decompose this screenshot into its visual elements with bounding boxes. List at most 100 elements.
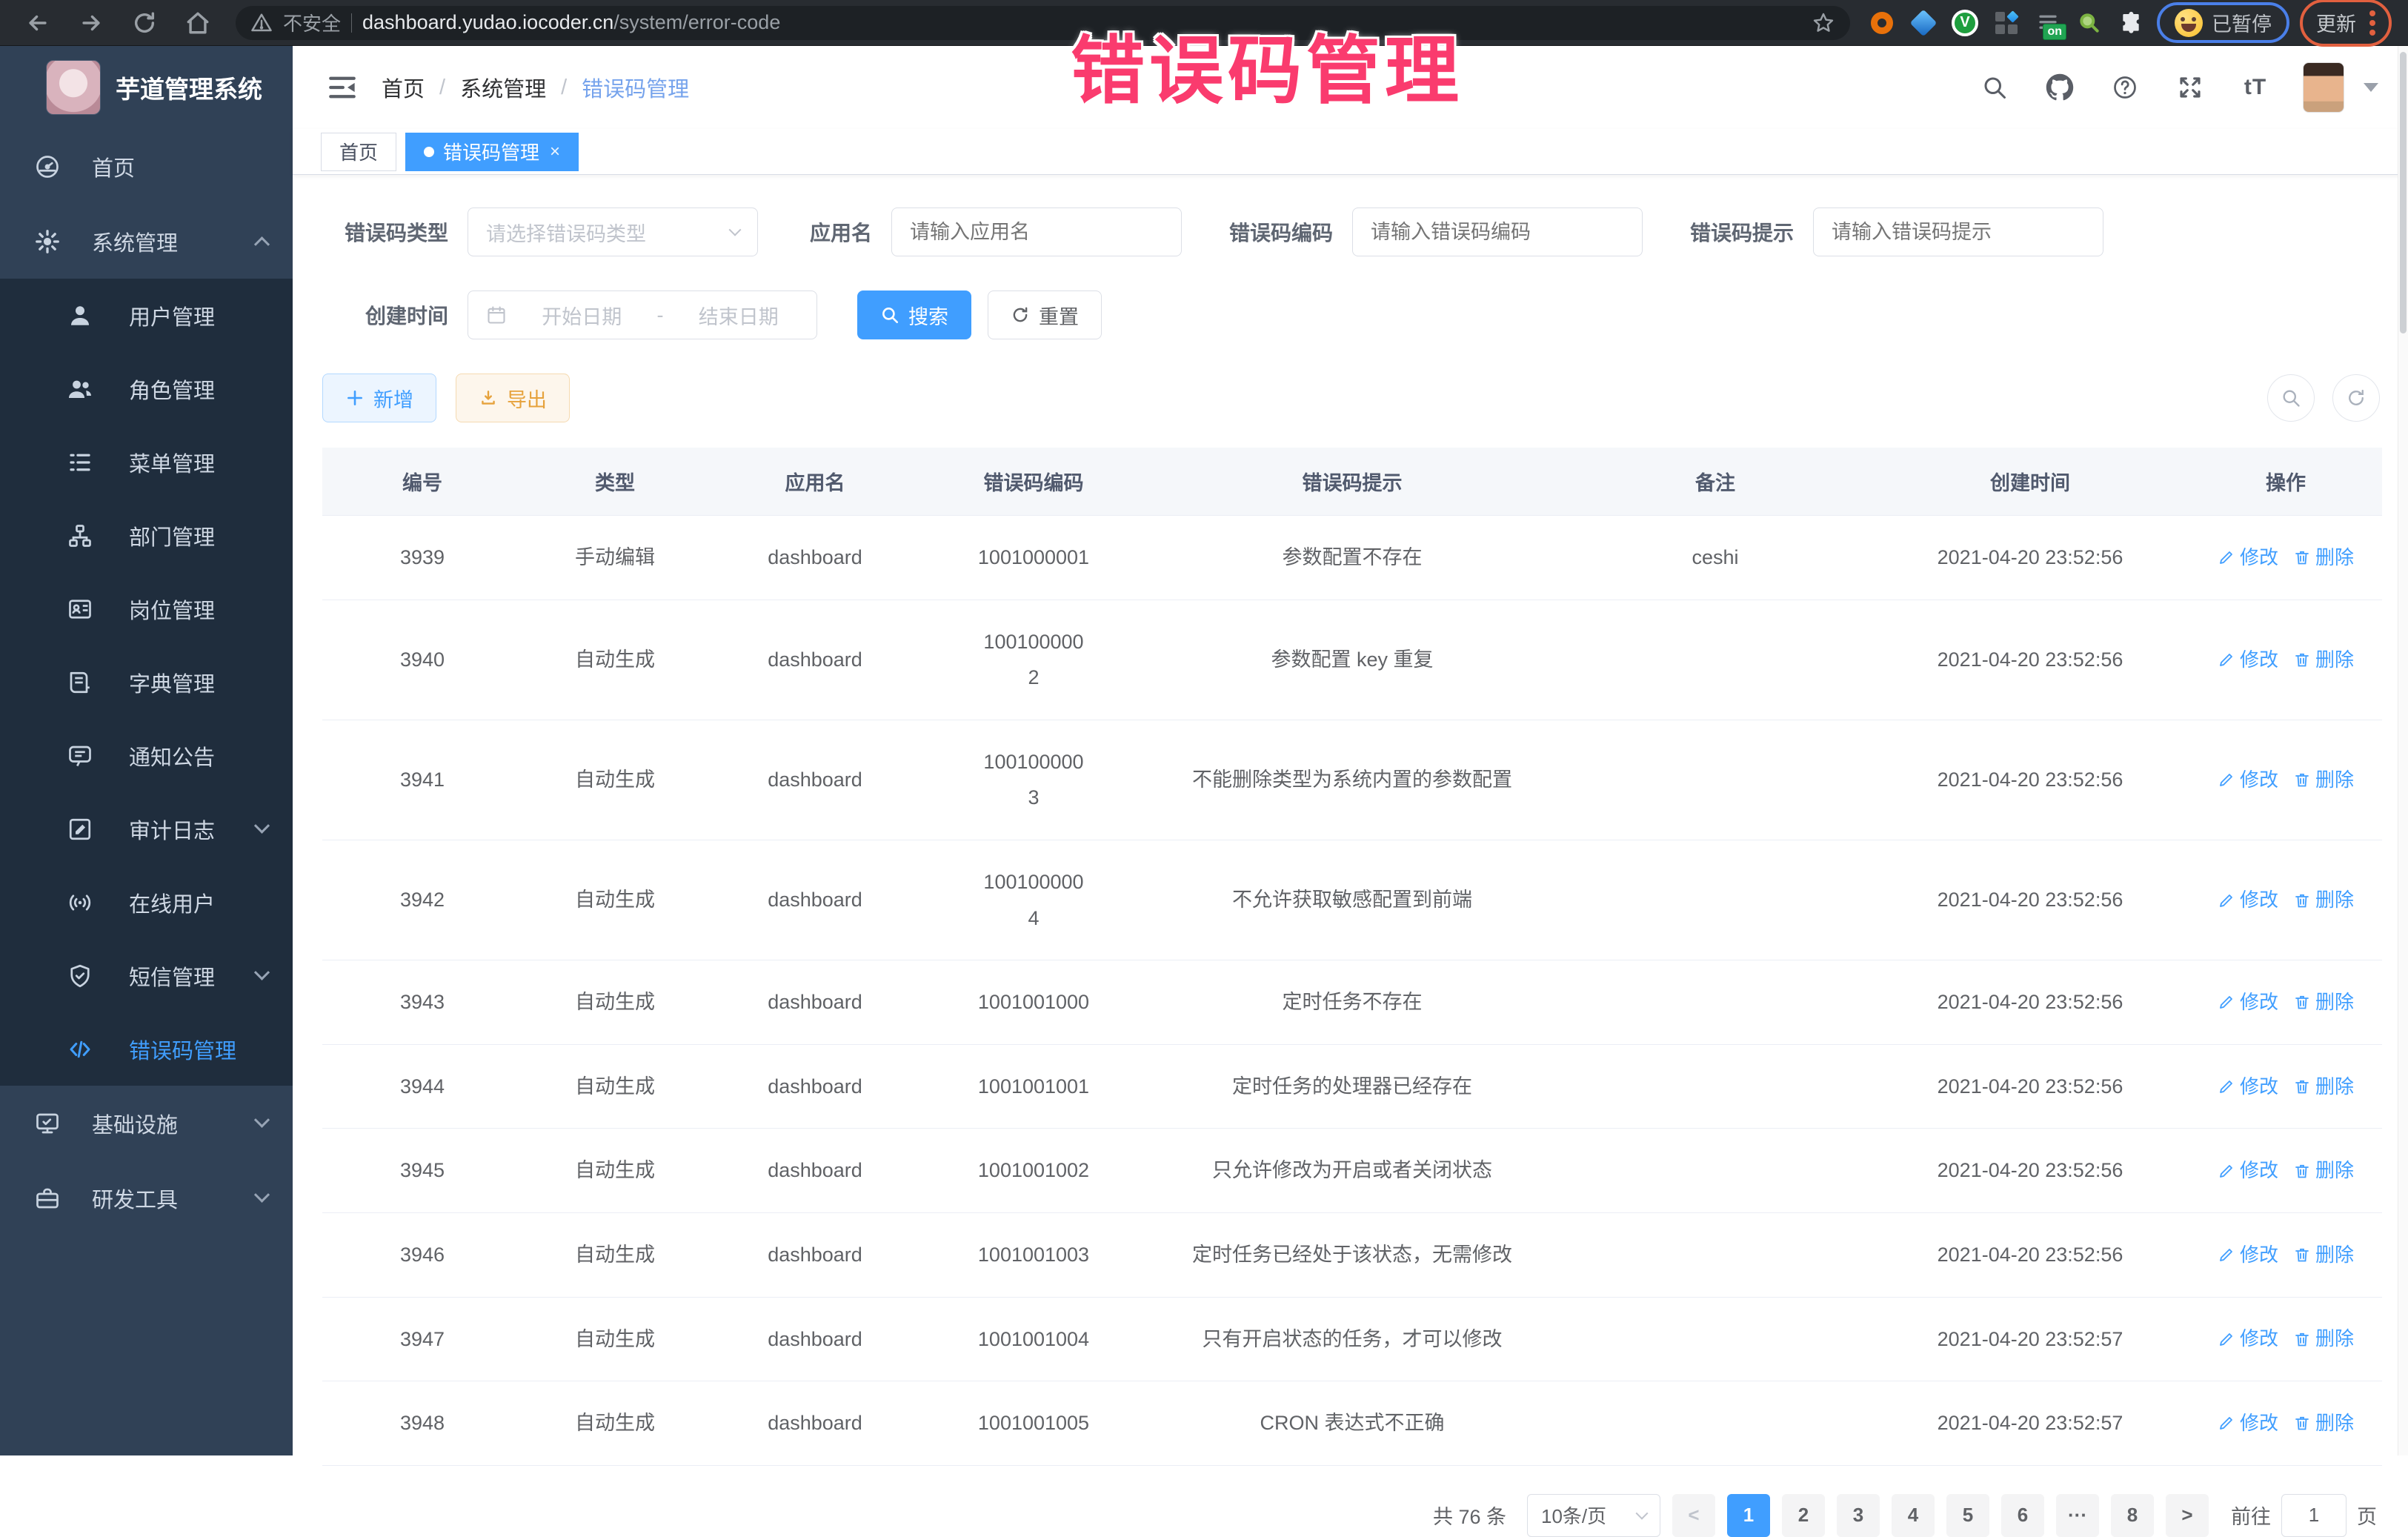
sidebar-item-infrastructure[interactable]: 基础设施 <box>0 1086 293 1161</box>
extension-vue-icon[interactable]: V <box>1949 7 1980 39</box>
user-avatar[interactable] <box>2303 62 2344 113</box>
address-bar[interactable]: 不安全 dashboard.yudao.iocoder.cn/system/er… <box>236 6 1850 40</box>
delete-link[interactable]: 删除 <box>2293 1238 2354 1272</box>
page-button-4[interactable]: 4 <box>1892 1494 1935 1537</box>
extension-magnifier-icon[interactable] <box>2074 7 2105 39</box>
sidebar-item-error-code[interactable]: 错误码管理 <box>0 1012 293 1086</box>
update-button[interactable]: 更新 <box>2316 8 2356 37</box>
edit-link[interactable]: 修改 <box>2218 1153 2278 1188</box>
error-code-input[interactable] <box>1371 221 1624 244</box>
font-size-icon[interactable]: tT <box>2238 70 2273 105</box>
search-icon[interactable] <box>1977 70 2012 105</box>
help-icon[interactable] <box>2107 70 2143 105</box>
sidebar-item-posts[interactable]: 岗位管理 <box>0 572 293 645</box>
sidebar-item-dict[interactable]: 字典管理 <box>0 645 293 719</box>
edit-link[interactable]: 修改 <box>2218 1406 2278 1441</box>
filter-error-code: 错误码编码 <box>1222 208 1643 256</box>
sidebar-item-audit-log[interactable]: 审计日志 <box>0 792 293 866</box>
show-search-toggle-button[interactable] <box>2267 374 2315 422</box>
sidebar-collapse-icon[interactable] <box>316 62 368 113</box>
sidebar-item-users[interactable]: 用户管理 <box>0 279 293 352</box>
delete-link[interactable]: 删除 <box>2293 1069 2354 1104</box>
page-button-5[interactable]: 5 <box>1946 1494 1989 1537</box>
breadcrumb-system[interactable]: 系统管理 <box>460 72 546 103</box>
navbar-tools: tT <box>1977 62 2378 113</box>
error-type-select[interactable]: 请选择错误码类型 <box>468 208 758 256</box>
extension-gem-icon[interactable] <box>1908 7 1939 39</box>
sidebar-item-notice[interactable]: 通知公告 <box>0 719 293 792</box>
sidebar-item-system[interactable]: 系统管理 <box>0 204 293 279</box>
browser-home-icon[interactable] <box>176 5 219 41</box>
export-button[interactable]: 导出 <box>456 374 570 422</box>
delete-link[interactable]: 删除 <box>2293 1406 2354 1441</box>
page-button-8[interactable]: 8 <box>2111 1494 2154 1537</box>
github-icon[interactable] <box>2042 70 2078 105</box>
start-date-placeholder[interactable]: 开始日期 <box>522 301 642 330</box>
next-page-button[interactable]: > <box>2166 1494 2209 1537</box>
sidebar-item-home[interactable]: 首页 <box>0 129 293 204</box>
bookmark-star-icon[interactable] <box>1812 11 1835 35</box>
delete-link[interactable]: 删除 <box>2293 1321 2354 1356</box>
add-button[interactable]: 新增 <box>322 374 436 422</box>
edit-link[interactable]: 修改 <box>2218 540 2278 575</box>
tab-error-code[interactable]: 错误码管理 × <box>405 133 579 171</box>
scrollbar-thumb[interactable] <box>2400 52 2407 333</box>
page-size-select[interactable]: 10条/页 <box>1527 1494 1660 1537</box>
delete-link[interactable]: 删除 <box>2293 883 2354 917</box>
url-text[interactable]: dashboard.yudao.iocoder.cn/system/error-… <box>362 11 780 34</box>
browser-menu-icon[interactable] <box>2369 7 2375 39</box>
delete-link[interactable]: 删除 <box>2293 1153 2354 1188</box>
sidebar-item-menus[interactable]: 菜单管理 <box>0 425 293 499</box>
avatar-dropdown-caret-icon[interactable] <box>2364 83 2378 92</box>
extension-orange-icon[interactable] <box>1866 7 1898 39</box>
goto-page-input[interactable] <box>2281 1494 2347 1537</box>
broadcast-icon <box>67 889 93 916</box>
extension-grid-icon[interactable] <box>1991 7 2022 39</box>
edit-link[interactable]: 修改 <box>2218 1238 2278 1272</box>
page-button-2[interactable]: 2 <box>1782 1494 1825 1537</box>
error-hint-input[interactable] <box>1832 221 2085 244</box>
edit-link[interactable]: 修改 <box>2218 883 2278 917</box>
edit-link[interactable]: 修改 <box>2218 643 2278 677</box>
delete-link[interactable]: 删除 <box>2293 643 2354 677</box>
sidebar-item-online-users[interactable]: 在线用户 <box>0 866 293 939</box>
delete-link[interactable]: 删除 <box>2293 763 2354 797</box>
error-hint-label: 错误码提示 <box>1683 217 1794 247</box>
app-logo[interactable]: 芋道管理系统 <box>0 46 293 129</box>
app-name-input[interactable] <box>910 221 1163 244</box>
sidebar-item-departments[interactable]: 部门管理 <box>0 499 293 572</box>
profile-paused-chip[interactable]: 已暂停 <box>2157 2 2289 43</box>
scrollbar[interactable] <box>2398 46 2408 1455</box>
page-button-3[interactable]: 3 <box>1837 1494 1880 1537</box>
browser-forward-icon[interactable] <box>70 5 113 41</box>
more-pages-button[interactable]: ··· <box>2056 1494 2099 1537</box>
table-row: 3944 自动生成 dashboard 1001001001 定时任务的处理器已… <box>322 1044 2382 1129</box>
search-button[interactable]: 搜索 <box>857 291 971 339</box>
update-chip[interactable]: 更新 <box>2300 0 2392 47</box>
delete-link[interactable]: 删除 <box>2293 540 2354 575</box>
close-tab-icon[interactable]: × <box>550 142 560 162</box>
sidebar-item-sms[interactable]: 短信管理 <box>0 939 293 1012</box>
page-button-1[interactable]: 1 <box>1727 1494 1770 1537</box>
table-row: 3945 自动生成 dashboard 1001001002 只允许修改为开启或… <box>322 1129 2382 1213</box>
refresh-table-button[interactable] <box>2332 374 2380 422</box>
edit-link[interactable]: 修改 <box>2218 763 2278 797</box>
browser-reload-icon[interactable] <box>123 5 166 41</box>
breadcrumb-home[interactable]: 首页 <box>382 72 425 103</box>
browser-back-icon[interactable] <box>16 5 59 41</box>
sidebar-item-devtools[interactable]: 研发工具 <box>0 1161 293 1235</box>
prev-page-button[interactable]: < <box>1672 1494 1715 1537</box>
delete-link[interactable]: 删除 <box>2293 985 2354 1020</box>
reset-button[interactable]: 重置 <box>988 291 1102 339</box>
edit-link[interactable]: 修改 <box>2218 1069 2278 1104</box>
sidebar-item-roles[interactable]: 角色管理 <box>0 352 293 425</box>
edit-link[interactable]: 修改 <box>2218 1321 2278 1356</box>
fullscreen-icon[interactable] <box>2172 70 2208 105</box>
page-button-6[interactable]: 6 <box>2001 1494 2044 1537</box>
end-date-placeholder[interactable]: 结束日期 <box>679 301 799 330</box>
date-range-picker[interactable]: 开始日期 - 结束日期 <box>468 291 817 339</box>
tab-home[interactable]: 首页 <box>321 133 396 171</box>
extensions-puzzle-icon[interactable] <box>2115 7 2146 39</box>
extension-list-on-icon[interactable]: on <box>2032 7 2063 39</box>
edit-link[interactable]: 修改 <box>2218 985 2278 1020</box>
